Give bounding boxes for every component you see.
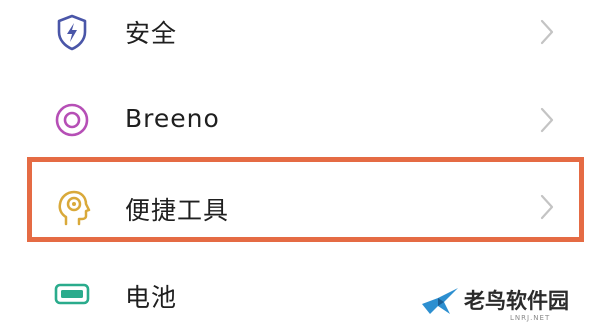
breeno-icon [52, 100, 92, 140]
settings-item-convenience-tools[interactable]: 便捷工具 [0, 172, 600, 244]
chevron-right-icon [537, 105, 557, 135]
watermark-domain: LNRJ.NET [510, 314, 551, 322]
head-gear-icon [52, 188, 92, 228]
settings-item-label: 便捷工具 [125, 196, 230, 225]
battery-icon [52, 274, 92, 314]
chevron-right-icon [537, 192, 557, 222]
chevron-right-icon [537, 17, 557, 47]
settings-item-label: 电池 [125, 283, 178, 312]
settings-item-label: 安全 [125, 19, 178, 48]
settings-item-label: Breeno [125, 104, 220, 133]
bird-logo-icon [420, 284, 460, 320]
settings-item-breeno[interactable]: Breeno [0, 84, 600, 156]
watermark: 老鸟软件园 LNRJ.NET [408, 278, 600, 328]
settings-item-security[interactable]: 安全 [0, 0, 600, 72]
shield-icon [52, 12, 92, 52]
settings-screen: 安全 Breeno 便捷工具 电池 老鸟软件园 LNRJ.NET [0, 0, 600, 328]
watermark-name: 老鸟软件园 [464, 289, 569, 313]
